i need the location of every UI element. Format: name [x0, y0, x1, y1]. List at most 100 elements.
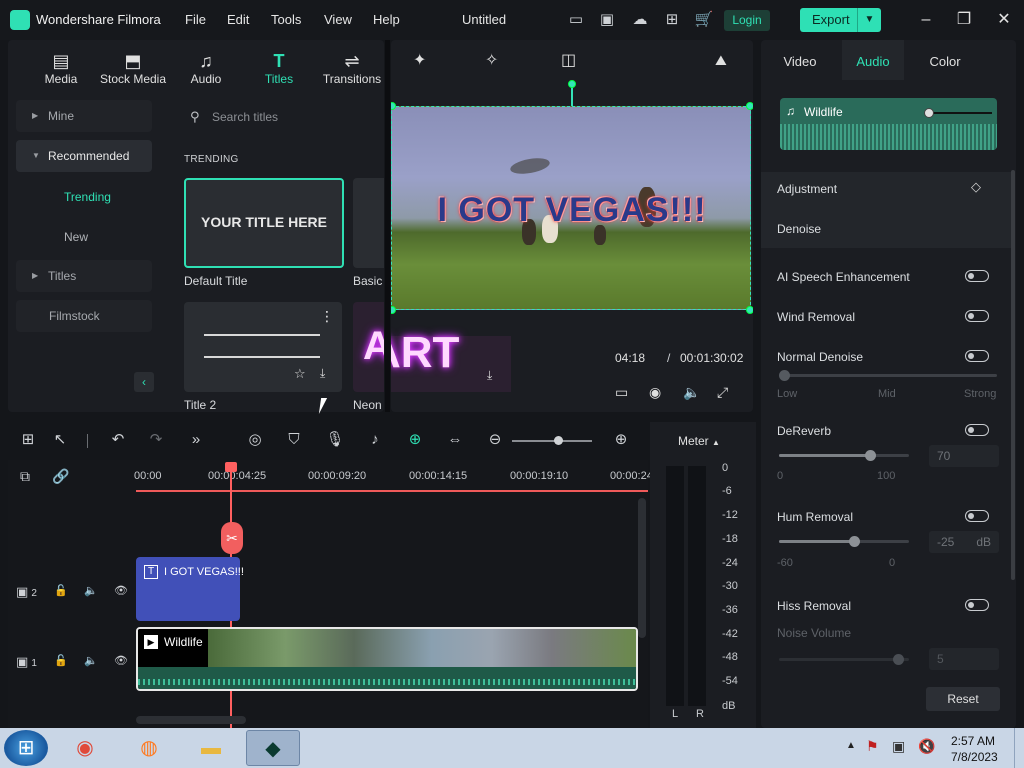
filmora-taskbar-icon[interactable]: ◆ [246, 730, 300, 766]
title-card-basic[interactable] [353, 178, 384, 268]
clock-time[interactable]: 2:57 AM [951, 734, 995, 748]
playhead-top[interactable] [225, 462, 237, 472]
render-preview-icon[interactable]: ◎ [245, 430, 265, 450]
display-settings-icon[interactable]: ▭ [615, 384, 628, 401]
title-card-default[interactable]: YOUR TITLE HERE [184, 178, 344, 268]
split-scissors-icon[interactable]: ✂ [221, 522, 243, 554]
clock-date[interactable]: 7/8/2023 [951, 750, 998, 764]
panel-divider[interactable] [385, 40, 390, 412]
sidebar-item-filmstock[interactable]: Filmstock [16, 300, 152, 332]
resize-handle-bl[interactable] [391, 306, 396, 314]
sidebar-item-new[interactable]: New [64, 230, 88, 244]
snap-icon[interactable]: ⊕ [405, 430, 425, 450]
snapshot-icon[interactable]: ◉ [649, 384, 661, 401]
title-clip[interactable]: T I GOT VEGAS!!! [136, 557, 244, 621]
export-button[interactable]: Export ▼ [800, 8, 881, 32]
layout-icon[interactable]: ▭ [566, 10, 586, 30]
noise-volume-slider[interactable] [779, 654, 909, 665]
menu-view[interactable]: View [324, 12, 352, 27]
video-overlay-title[interactable]: I GOT VEGAS!!! [392, 191, 750, 230]
zoom-slider[interactable] [512, 436, 592, 445]
fit-timeline-icon[interactable]: ⇔ [445, 430, 465, 450]
meter-dropdown[interactable]: Meter ▲ [678, 434, 720, 448]
menu-help[interactable]: Help [373, 12, 400, 27]
zoom-out-icon[interactable]: ⊖ [485, 430, 505, 450]
login-button[interactable]: Login [724, 10, 770, 31]
lock-icon[interactable]: 🔓 [54, 584, 68, 597]
close-icon[interactable]: ✕ [993, 9, 1015, 31]
menu-tools[interactable]: Tools [271, 12, 301, 27]
volume-icon[interactable]: 🔈 [683, 384, 700, 401]
menu-file[interactable]: File [185, 12, 206, 27]
keyframe-diamond-icon[interactable]: ◇ [971, 179, 981, 195]
inspector-scrollbar[interactable] [1011, 170, 1015, 580]
collapse-sidebar-icon[interactable]: ‹ [134, 372, 154, 392]
zoom-in-icon[interactable]: ⊕ [611, 430, 631, 450]
sidebar-item-mine[interactable]: ▶ Mine [16, 100, 152, 132]
more-options-icon[interactable]: ⋮ [320, 308, 334, 325]
chevron-down-icon[interactable]: ▼ [857, 8, 881, 32]
video-preview-frame[interactable]: I GOT VEGAS!!! [391, 106, 751, 310]
network-icon[interactable]: ▣ [892, 738, 905, 755]
start-button-icon[interactable]: ⊞ [4, 730, 48, 766]
video-clip[interactable]: ▶ Wildlife [136, 627, 638, 691]
menu-edit[interactable]: Edit [227, 12, 249, 27]
chrome-icon[interactable]: ◉ [64, 730, 106, 766]
stickers-icon[interactable]: ✧ [485, 50, 498, 70]
hiss-removal-toggle[interactable] [965, 599, 989, 611]
tab-media[interactable]: ▤ Media [26, 50, 96, 86]
sidebar-item-trending[interactable]: Trending [64, 190, 111, 204]
clip-volume-knob[interactable] [924, 108, 934, 118]
reset-button[interactable]: Reset [926, 687, 1000, 711]
normal-denoise-knob[interactable] [779, 370, 790, 381]
clip-volume-slider[interactable] [924, 108, 992, 118]
noise-volume-knob[interactable] [893, 654, 904, 665]
firefox-icon[interactable]: ◍ [128, 730, 170, 766]
title-card-neon[interactable]: ART [353, 302, 384, 392]
templates-icon[interactable]: ◫ [561, 50, 576, 70]
normal-denoise-toggle[interactable] [965, 350, 989, 362]
hum-knob[interactable] [849, 536, 861, 547]
dereverb-knob[interactable] [865, 450, 876, 461]
tab-titles[interactable]: T Titles [244, 50, 314, 86]
sidebar-item-titles[interactable]: ▶ Titles [16, 260, 152, 292]
audio-mixer-icon[interactable]: ♪ [365, 430, 385, 450]
rotate-handle[interactable] [568, 80, 576, 88]
select-pointer-icon[interactable]: ↖ [50, 430, 70, 450]
dereverb-slider[interactable] [779, 450, 909, 461]
show-hidden-icons[interactable]: ▲ [846, 740, 856, 751]
image-view-icon[interactable]: ⛰ [715, 52, 727, 69]
volume-tray-icon[interactable]: 🔇 [918, 738, 935, 755]
speaker-icon[interactable]: 🔈 [84, 654, 98, 667]
resize-handle-br[interactable] [746, 306, 753, 314]
tab-color[interactable]: Color [914, 40, 976, 80]
timeline-hscrollbar[interactable] [136, 716, 246, 724]
action-center-icon[interactable]: ⚑ [866, 738, 879, 755]
file-explorer-icon[interactable]: ▬ [190, 730, 232, 766]
timeline-vscrollbar[interactable] [638, 498, 646, 638]
hum-value[interactable]: -25 dB [929, 531, 999, 553]
undo-icon[interactable]: ↶ [108, 430, 128, 450]
cart-icon[interactable]: 🛒 [694, 10, 714, 30]
tab-audio[interactable]: Audio [842, 40, 904, 80]
speaker-icon[interactable]: 🔈 [84, 584, 98, 597]
show-desktop-button[interactable] [1014, 728, 1024, 768]
dereverb-value[interactable]: 70 [929, 445, 999, 467]
tab-audio[interactable]: ♫ Audio [171, 50, 241, 86]
more-tools-icon[interactable]: » [186, 430, 206, 450]
link-icon[interactable]: 🔗 [52, 468, 69, 485]
resize-handle-tr[interactable] [746, 102, 753, 110]
normal-denoise-slider[interactable] [779, 370, 997, 381]
fullscreen-icon[interactable]: ⤢ [717, 384, 728, 401]
maximize-icon[interactable]: ❐ [953, 9, 975, 31]
save-icon[interactable]: ▣ [597, 10, 617, 30]
sidebar-item-recommended[interactable]: ▼ Recommended [16, 140, 152, 172]
microphone-icon[interactable]: 🎙 [325, 430, 345, 450]
apps-grid-icon[interactable]: ⊞ [662, 10, 682, 30]
minimize-icon[interactable]: – [915, 9, 937, 31]
dereverb-toggle[interactable] [965, 424, 989, 436]
search-input[interactable]: ⚲ Search titles [176, 104, 384, 130]
lock-icon[interactable]: 🔓 [54, 654, 68, 667]
eye-icon[interactable]: 👁 [114, 584, 128, 597]
cloud-upload-icon[interactable]: ☁ [630, 10, 650, 30]
